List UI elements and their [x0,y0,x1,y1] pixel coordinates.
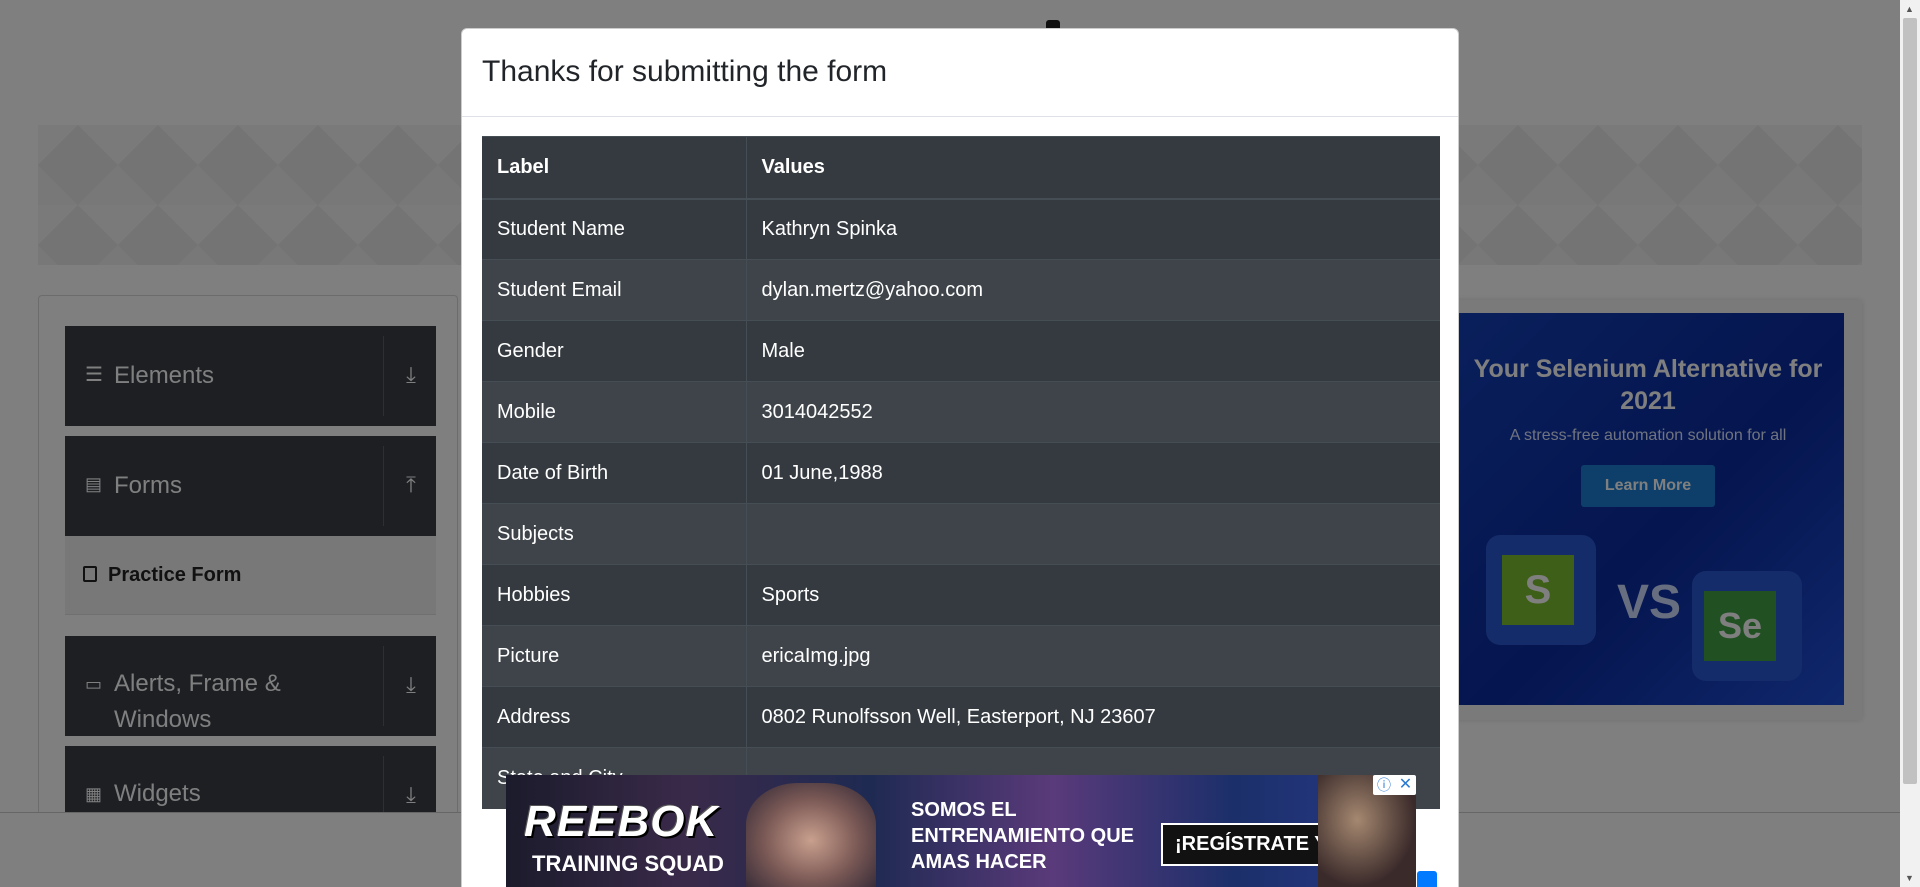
row-value: ericaImg.jpg [746,625,1440,687]
row-value: Kathryn Spinka [746,198,1440,260]
table-row: Gender Male [482,320,1440,382]
table-row: Student Email dylan.mertz@yahoo.com [482,259,1440,321]
table-row: Picture ericaImg.jpg [482,625,1440,687]
row-value: 01 June,1988 [746,442,1440,504]
scroll-up-icon[interactable]: ▲ [1905,4,1914,14]
row-value: 0802 Runolfsson Well, Easterport, NJ 236… [746,686,1440,748]
row-value: Male [746,320,1440,382]
scroll-down-icon[interactable]: ▼ [1905,873,1914,883]
modal-header: Thanks for submitting the form [462,29,1458,117]
table-row: Address 0802 Runolfsson Well, Easterport,… [482,686,1440,748]
bottom-ad-banner[interactable]: REEBOK TRAINING SQUAD SOMOS EL ENTRENAMI… [506,775,1416,887]
results-table: Label Values Student Name Kathryn Spinka … [482,136,1440,809]
table-row: Date of Birth 01 June,1988 [482,442,1440,504]
reebok-logo: REEBOK [524,797,719,846]
row-label: Student Name [482,198,747,260]
ad-photo [746,783,876,887]
table-row: Student Name Kathryn Spinka [482,198,1440,260]
row-value: dylan.mertz@yahoo.com [746,259,1440,321]
row-label: Address [482,686,747,748]
table-header-row: Label Values [482,136,1440,200]
table-row: Hobbies Sports [482,564,1440,626]
row-label: Date of Birth [482,442,747,504]
row-label: Hobbies [482,564,747,626]
results-table-wrapper[interactable]: Label Values Student Name Kathryn Spinka … [482,136,1440,809]
ad-info-icon[interactable]: ⓘ [1373,775,1395,795]
table-row: Mobile 3014042552 [482,381,1440,443]
ad-brand-subtitle: TRAINING SQUAD [532,851,724,876]
scrollbar-thumb[interactable] [1903,18,1917,784]
row-label: Picture [482,625,747,687]
row-label: Gender [482,320,747,382]
column-header-values: Values [746,136,1440,200]
table-row: Subjects [482,503,1440,565]
row-label: Subjects [482,503,747,565]
row-value: 3014042552 [746,381,1440,443]
column-header-label: Label [482,136,747,200]
row-value: Sports [746,564,1440,626]
row-label: Student Email [482,259,747,321]
close-button[interactable] [1417,871,1437,887]
ad-tagline: SOMOS EL ENTRENAMIENTO QUE AMAS HACER [911,799,1134,873]
row-value [746,503,1440,565]
ad-close-icon[interactable]: ✕ [1395,775,1416,795]
modal-title: Thanks for submitting the form [482,55,888,88]
page-scrollbar[interactable]: ▲ ▼ [1900,0,1920,887]
submission-modal: Thanks for submitting the form Label Val… [461,28,1459,887]
row-label: Mobile [482,381,747,443]
